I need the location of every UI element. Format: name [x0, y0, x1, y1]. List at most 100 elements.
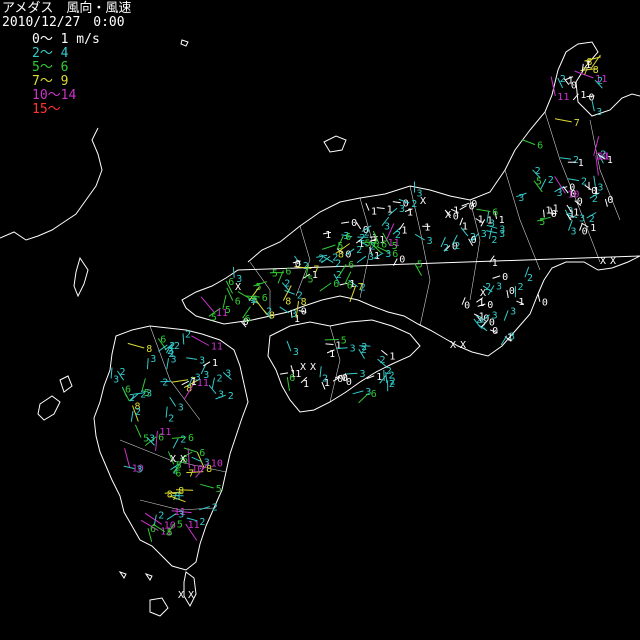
wind-speed-60: 5 [539, 217, 545, 228]
wind-speed-52: 3 [579, 214, 585, 225]
wind-arrow-225 [183, 447, 198, 453]
wind-speed-243: 11 [159, 427, 171, 438]
wind-arrow-27 [476, 208, 491, 212]
wind-speed-175: 0 [346, 377, 352, 388]
legend-item-5: 15～ [32, 102, 61, 117]
legend-item-1: 2～ 4 [32, 46, 69, 61]
wind-arrow-252 [550, 76, 556, 97]
wind-speed-238: 6 [150, 524, 156, 535]
missing-marker-5: X [480, 288, 486, 299]
wind-speed-33: 2 [491, 235, 497, 246]
wind-speed-135: 6 [235, 297, 241, 308]
wind-speed-113: 6 [345, 232, 351, 243]
wind-speed-47: 5 [536, 177, 542, 188]
coastline-oki [323, 135, 347, 153]
coastline-korea [0, 127, 103, 241]
wind-speed-206: 2 [168, 414, 174, 425]
wind-speed-35: 1 [424, 222, 430, 233]
wind-arrow-13 [414, 233, 425, 241]
wind-arrow-115 [322, 244, 336, 250]
wind-speed-75: 0 [487, 300, 493, 311]
wind-speed-197: 2 [169, 341, 175, 352]
wind-arrow-184 [171, 379, 189, 383]
wind-speed-108: 7 [313, 264, 319, 275]
wind-arrow-165 [280, 372, 289, 375]
wind-speed-157: 3 [293, 347, 299, 358]
wind-arrow-126 [356, 255, 367, 264]
wind-speed-88: 0 [502, 272, 508, 283]
wind-speed-71: 2 [535, 166, 541, 177]
coastline-goto [37, 395, 61, 421]
wind-speed-66: 3 [597, 183, 603, 194]
wind-speed-45: 3 [518, 193, 524, 204]
wind-speed-72: 0 [591, 186, 597, 197]
wind-speed-87: 2 [527, 273, 533, 284]
wind-speed-239: 6 [175, 468, 181, 479]
wind-speed-24: 2 [454, 241, 460, 252]
wind-speed-244: 11 [188, 520, 200, 531]
wind-speed-173: 5 [341, 336, 347, 347]
legend-item-2: 5～ 6 [32, 60, 69, 75]
wind-arrow-12 [459, 205, 467, 211]
wind-speed-9: 1 [401, 226, 407, 237]
wind-speed-81: 0 [464, 301, 470, 312]
wind-speed-242: 3 [175, 492, 181, 503]
wind-arrow-197 [158, 344, 168, 352]
wind-speed-39: 3 [481, 229, 487, 240]
wind-speed-120: 2 [359, 233, 365, 244]
wind-speed-149: 6 [262, 293, 268, 304]
wind-speed-89: 3 [492, 311, 498, 322]
wind-speed-191: 11 [211, 342, 223, 353]
wind-speed-207: 2 [162, 378, 168, 389]
wind-speed-100: 1 [325, 230, 331, 241]
wind-arrow-206 [165, 406, 168, 418]
wind-speed-177: 2 [322, 373, 328, 384]
missing-marker-12: X [420, 196, 426, 207]
prefecture-borders [119, 111, 621, 511]
legend-item-3: 7～ 9 [32, 74, 69, 89]
wind-speed-90: 0 [542, 298, 548, 309]
missing-marker-9: X [188, 590, 194, 601]
wind-speed-129: 6 [373, 240, 379, 251]
wind-speed-258: 1 [585, 60, 591, 71]
wind-arrow-240 [187, 448, 190, 469]
wind-speed-91: 1 [478, 298, 484, 309]
wind-speed-194: 1 [191, 377, 197, 388]
wind-arrow-90 [537, 293, 541, 302]
wind-speed-109: 5 [392, 241, 398, 252]
wind-speed-126: 3 [368, 252, 374, 263]
wind-arrow-191 [191, 335, 210, 346]
missing-marker-13: X [445, 210, 451, 221]
wind-speed-61: 6 [537, 141, 543, 152]
legend-item-4: 10～14 [32, 88, 77, 103]
wind-arrow-176 [346, 372, 358, 375]
wind-speed-245: 3 [137, 465, 143, 476]
wind-speed-69: 0 [577, 197, 583, 208]
wind-speed-36: 3 [499, 229, 505, 240]
wind-arrow-61 [521, 139, 536, 146]
wind-arrows: 3233020001130351130211152316102012113123… [110, 54, 616, 601]
wind-speed-225: 6 [199, 448, 205, 459]
missing-marker-8: X [178, 590, 184, 601]
legend-item-0: 0～ 1 m/s [32, 32, 100, 47]
wind-speed-67: 2 [548, 175, 554, 186]
wind-speed-222: 6 [188, 433, 194, 444]
wind-arrow-210 [166, 358, 169, 370]
wind-arrow-94 [503, 310, 509, 321]
wind-speed-18: 0 [351, 218, 357, 229]
wind-speed-182: 2 [120, 367, 126, 378]
wind-speed-70: 1 [569, 210, 575, 221]
wind-arrow-196 [127, 342, 145, 349]
wind-speed-85: 3 [509, 332, 515, 343]
wind-speed-142: 0 [301, 307, 307, 318]
missing-marker-4: X [460, 340, 466, 351]
wind-speed-200: 2 [185, 330, 191, 341]
wind-speed-38: 2 [443, 243, 449, 254]
missing-marker-1: X [300, 362, 306, 373]
wind-speed-84: 0 [492, 326, 498, 337]
wind-speed-28: 1 [371, 207, 377, 218]
wind-speed-93: 2 [518, 282, 524, 293]
missing-marker-3: X [450, 340, 456, 351]
map-timestamp: 2010/12/27 0:00 [2, 15, 125, 30]
wind-speed-63: 2 [589, 214, 595, 225]
